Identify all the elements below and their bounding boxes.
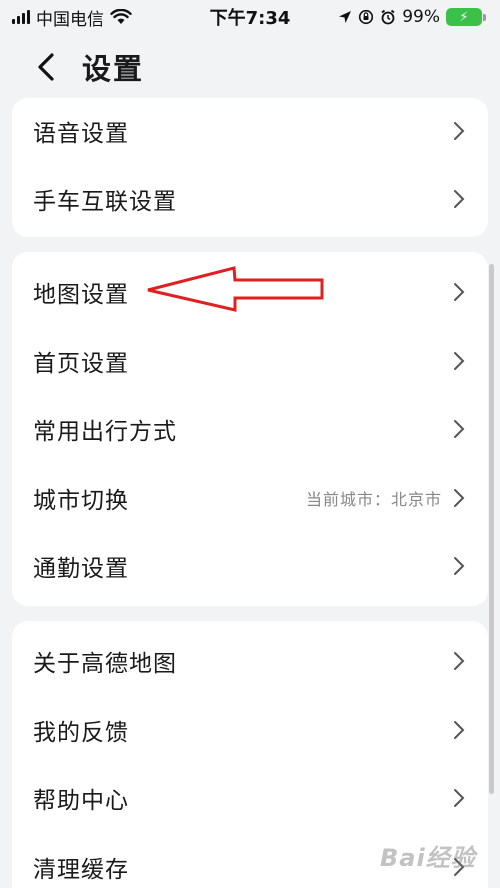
settings-group-voice: 语音设置 手车互联设置 [12,98,488,237]
orientation-lock-icon [359,9,374,25]
row-label: 帮助中心 [33,788,129,815]
carrier-label: 中国电信 [36,9,104,30]
row-my-feedback[interactable]: 我的反馈 [12,696,488,765]
chevron-left-icon [38,53,54,81]
chevron-right-icon [452,720,466,740]
page-title: 设置 [82,52,145,86]
current-city-value: 当前城市：北京市 [305,489,442,509]
row-label: 常用出行方式 [33,419,177,446]
chevron-right-icon [452,556,466,576]
location-arrow-icon [339,11,352,23]
row-car-connect-settings[interactable]: 手车互联设置 [12,164,488,233]
row-travel-mode[interactable]: 常用出行方式 [12,395,488,464]
chevron-right-icon [452,121,466,141]
row-city-switch[interactable]: 城市切换 当前城市：北京市 [12,464,488,533]
back-button[interactable] [20,34,72,100]
chevron-right-icon [452,788,466,808]
row-label: 通勤设置 [33,556,129,583]
scrollbar[interactable] [489,264,494,794]
row-label: 手车互联设置 [33,188,177,215]
chevron-right-icon [452,651,466,671]
status-bar: 中国电信 下午7:34 99% ⚡ [0,0,500,34]
row-label: 城市切换 [33,487,129,514]
battery-percent: 99% [402,7,440,27]
wifi-icon [110,9,132,24]
row-about-amap[interactable]: 关于高德地图 [12,627,488,696]
chevron-right-icon [452,351,466,371]
row-help-center[interactable]: 帮助中心 [12,764,488,833]
row-label: 语音设置 [33,121,129,147]
chevron-right-icon [452,488,466,508]
row-voice-settings[interactable]: 语音设置 [12,98,488,164]
cellular-signal-icon [12,10,30,24]
chevron-right-icon [452,282,466,302]
row-label: 我的反馈 [33,719,129,746]
row-label: 首页设置 [33,350,129,377]
row-home-settings[interactable]: 首页设置 [12,327,488,396]
alarm-icon [381,9,395,25]
watermark: Bai经验 [380,844,476,872]
red-arrow-icon [147,266,324,312]
nav-header: 设置 [0,34,500,100]
row-label: 关于高德地图 [33,651,177,678]
chevron-right-icon [452,419,466,439]
chevron-right-icon [452,189,466,209]
row-commute-settings[interactable]: 通勤设置 [12,532,488,601]
battery-charging-icon: ⚡ [446,8,486,26]
